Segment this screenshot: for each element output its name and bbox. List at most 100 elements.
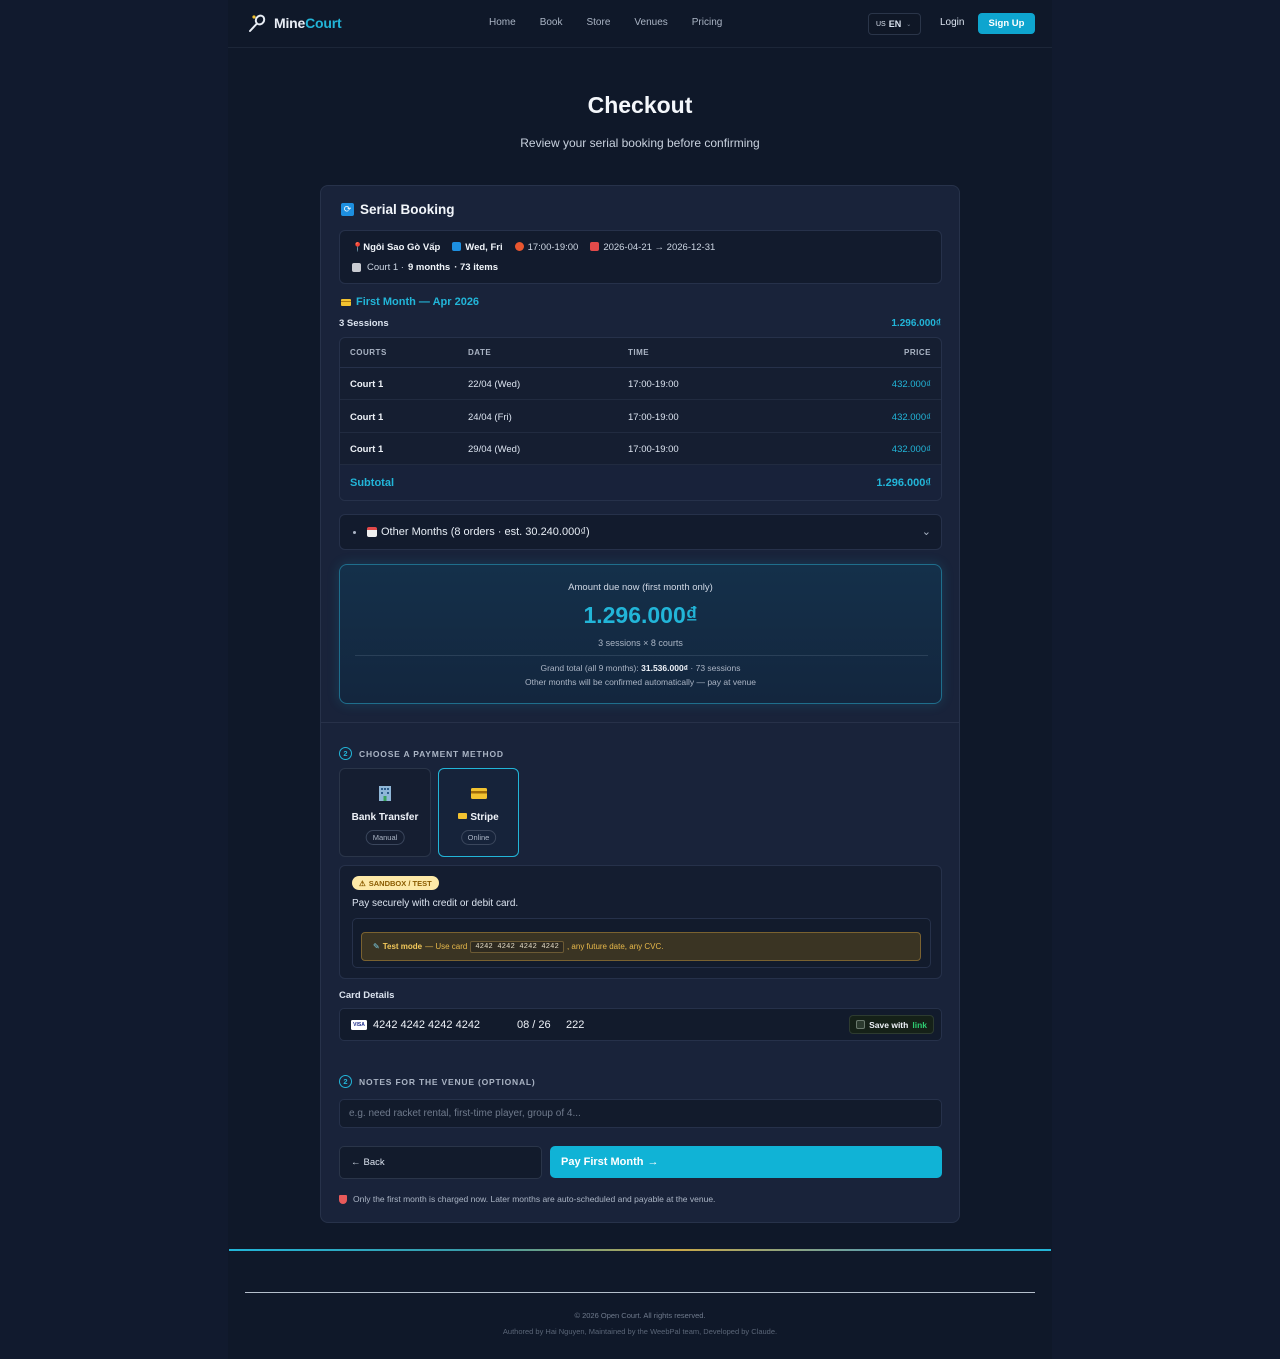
- court-info: Court 1 ·: [367, 262, 404, 273]
- step-number: 2: [339, 747, 352, 760]
- wand-icon: ✎: [373, 942, 380, 951]
- page-title: Checkout: [587, 92, 693, 118]
- pay-first-month-button[interactable]: Pay First Month →: [550, 1146, 942, 1178]
- first-month-heading: First Month — Apr 2026: [341, 296, 479, 308]
- col-date: DATE: [468, 348, 492, 357]
- subtotal-label: Subtotal: [350, 477, 394, 489]
- payment-option-bank-transfer[interactable]: Bank Transfer Manual: [339, 768, 431, 857]
- alarm-clock-icon: [514, 242, 524, 251]
- credit-card-icon: [439, 784, 518, 802]
- other-months-toggle[interactable]: Other Months (8 orders · est. 30.240.000…: [339, 514, 942, 550]
- language-select[interactable]: US EN ⌄: [868, 13, 921, 35]
- col-price: PRICE: [904, 348, 931, 357]
- time-info: 17:00-19:00: [514, 242, 578, 253]
- card-number-input[interactable]: 4242 4242 4242 4242: [373, 1019, 480, 1031]
- items-count: · 73 items: [454, 262, 499, 273]
- stadium-icon: [352, 263, 361, 272]
- save-with-link-checkbox[interactable]: Save with link: [849, 1015, 934, 1034]
- table-row: Court 1 22/04 (Wed) 17:00-19:00 432.000₫: [340, 368, 941, 400]
- chevron-down-icon: ⌄: [906, 21, 912, 28]
- nav-home[interactable]: Home: [489, 17, 516, 28]
- payment-option-stripe[interactable]: Stripe Online: [438, 768, 519, 857]
- signup-button[interactable]: Sign Up: [978, 13, 1035, 34]
- amount-breakdown: 3 sessions × 8 courts: [598, 638, 683, 648]
- nav-venues[interactable]: Venues: [634, 17, 667, 28]
- other-months-label: Other Months (8 orders · est. 30.240.000…: [381, 526, 590, 538]
- back-button[interactable]: ← Back: [339, 1146, 542, 1179]
- table-header: COURTS DATE TIME PRICE: [340, 338, 941, 368]
- calendar-icon: [367, 527, 377, 537]
- sessions-price: 1.296.000₫: [891, 318, 941, 329]
- racket-icon: [248, 13, 268, 33]
- brand-logo[interactable]: MineCourt: [248, 13, 342, 33]
- footer-gradient-divider: [229, 1249, 1051, 1251]
- page-subtitle: Review your serial booking before confir…: [520, 136, 760, 150]
- checkbox-icon: [856, 1020, 866, 1029]
- checkout-card: ⟳ Serial Booking 📍Ngôi Sao Gò Vấp Wed, F…: [320, 185, 960, 1223]
- serial-booking-title: Serial Booking: [360, 202, 455, 217]
- months-count: 9 months: [407, 262, 451, 273]
- nav-pricing[interactable]: Pricing: [692, 17, 723, 28]
- footer-divider: [245, 1292, 1035, 1293]
- brand-name: MineCourt: [274, 15, 342, 31]
- warning-icon: ⚠: [359, 878, 366, 888]
- chevron-down-icon: ⌄: [921, 526, 931, 538]
- flag-icon: US: [876, 20, 886, 28]
- notes-input[interactable]: e.g. need racket rental, first-time play…: [339, 1099, 942, 1128]
- col-time: TIME: [628, 348, 650, 357]
- language-code: EN: [888, 19, 902, 29]
- amount-due-value: 1.296.000₫: [583, 602, 698, 628]
- table-row: Court 1 24/04 (Fri) 17:00-19:00 432.000₫: [340, 401, 941, 433]
- grand-total: Grand total (all 9 months): 31.536.000₫ …: [540, 663, 741, 673]
- repeat-icon: ⟳: [341, 203, 354, 216]
- arrow-left-icon: ←: [351, 1157, 361, 1168]
- repeat-icon: [452, 242, 462, 251]
- nav-store[interactable]: Store: [586, 17, 610, 28]
- serial-booking-header: ⟳ Serial Booking: [341, 202, 455, 217]
- shield-icon: [339, 1194, 347, 1204]
- login-link[interactable]: Login: [940, 17, 964, 28]
- arrow-right-icon: →: [647, 1156, 659, 1168]
- pin-icon: 📍: [352, 242, 364, 252]
- charge-note: Only the first month is charged now. Lat…: [339, 1194, 715, 1204]
- table-row: Court 1 29/04 (Wed) 17:00-19:00 432.000₫: [340, 433, 941, 465]
- stripe-panel: ⚠ SANDBOX / TEST Pay securely with credit…: [339, 865, 942, 979]
- bullet-icon: [353, 531, 356, 534]
- nav-book[interactable]: Book: [540, 17, 563, 28]
- subtotal-value: 1.296.000₫: [876, 477, 931, 489]
- sessions-count: 3 Sessions: [339, 318, 389, 329]
- payment-method-heading: 2 CHOOSE A PAYMENT METHOD: [339, 747, 504, 760]
- card-expiry-input[interactable]: 08 / 26: [517, 1019, 551, 1031]
- credit-card-icon: [341, 298, 351, 306]
- calendar-icon: [590, 242, 600, 251]
- step-number: 2: [339, 1075, 352, 1088]
- notes-heading: 2 NOTES FOR THE VENUE (OPTIONAL): [339, 1075, 536, 1088]
- credit-card-icon: [458, 813, 468, 819]
- top-navbar: MineCourt Home Book Store Venues Pricing…: [228, 0, 1052, 48]
- authors-credit: Authored by Hai Nguyen, Maintained by th…: [502, 1327, 778, 1336]
- visa-icon: VISA: [351, 1020, 367, 1030]
- amount-due-label: Amount due now (first month only): [568, 582, 713, 593]
- sessions-table: COURTS DATE TIME PRICE Court 1 22/04 (We…: [339, 337, 942, 501]
- date-range-info: 2026-04-21 → 2026-12-31: [590, 242, 715, 253]
- sandbox-badge: ⚠ SANDBOX / TEST: [352, 876, 439, 890]
- card-details-label: Card Details: [339, 990, 395, 1001]
- payment-option-tag: Online: [460, 830, 497, 845]
- col-courts: COURTS: [350, 348, 387, 357]
- bank-icon: [340, 784, 430, 802]
- card-details-input[interactable]: VISA 4242 4242 4242 4242 08 / 26 222 Sav…: [339, 1008, 942, 1041]
- payment-option-name: Stripe: [439, 812, 518, 823]
- subtotal-row: Subtotal 1.296.000₫: [340, 465, 941, 500]
- test-mode-notice: ✎ Test mode — Use card 4242 4242 4242 42…: [361, 932, 921, 961]
- payment-description: Pay securely with credit or debit card.: [352, 898, 519, 909]
- test-card-number: 4242 4242 4242 4242: [470, 940, 564, 953]
- amount-due-panel: Amount due now (first month only) 1.296.…: [339, 564, 942, 704]
- main-nav: Home Book Store Venues Pricing: [489, 17, 722, 28]
- copyright: © 2026 Open Court. All rights reserved.: [574, 1311, 706, 1320]
- venue-info: 📍Ngôi Sao Gò Vấp: [352, 242, 441, 253]
- test-mode-container: ✎ Test mode — Use card 4242 4242 4242 42…: [352, 918, 931, 968]
- payment-option-tag: Manual: [365, 830, 405, 845]
- card-cvc-input[interactable]: 222: [566, 1019, 584, 1031]
- payment-option-name: Bank Transfer: [351, 812, 419, 823]
- booking-summary: 📍Ngôi Sao Gò Vấp Wed, Fri 17:00-19:00 20…: [339, 230, 942, 284]
